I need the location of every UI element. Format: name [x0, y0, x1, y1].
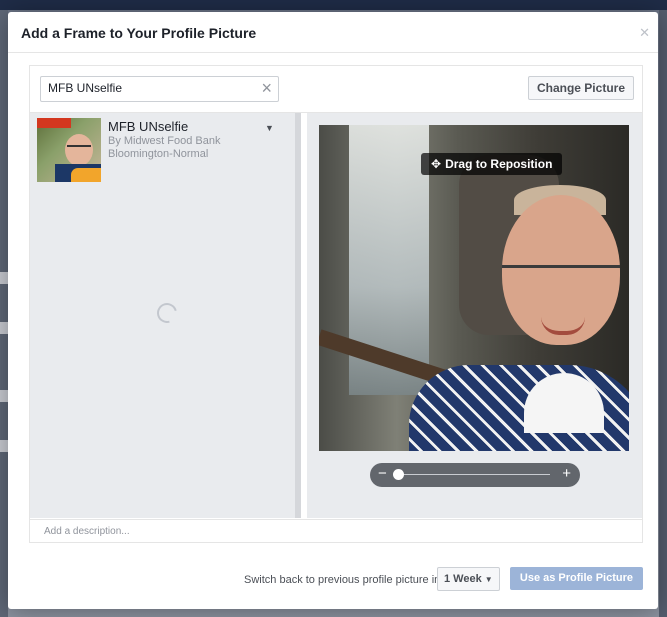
dialog-body: × Change Picture MFB UNselfie By Midwest… [29, 65, 643, 543]
drag-to-reposition-label[interactable]: ✥ Drag to Reposition [421, 153, 563, 175]
switch-back-label: Switch back to previous profile picture … [244, 574, 441, 586]
frame-name: MFB UNselfie [108, 119, 189, 134]
frame-list-pane: MFB UNselfie By Midwest Food Bank Bloomi… [30, 113, 300, 518]
zoom-in-icon[interactable]: + [562, 465, 571, 482]
duration-value: 1 Week [444, 573, 482, 585]
caret-down-icon[interactable]: ▼ [265, 123, 274, 133]
profile-frame-dialog: Add a Frame to Your Profile Picture ✕ × … [8, 12, 658, 609]
frame-thumbnail [37, 118, 101, 182]
frame-search-box: × [40, 76, 279, 102]
description-row: Add a description... [30, 519, 642, 543]
move-icon: ✥ [431, 157, 442, 171]
duration-dropdown[interactable]: 1 Week ▼ [437, 567, 500, 591]
close-icon[interactable]: ✕ [639, 25, 650, 41]
profile-picture-preview[interactable]: ✥ Drag to Reposition [319, 125, 629, 451]
drag-label-text: Drag to Reposition [445, 157, 553, 171]
zoom-slider[interactable]: − + [370, 463, 580, 487]
background-right-edge [659, 10, 667, 617]
dialog-footer: Switch back to previous profile picture … [29, 542, 643, 600]
use-as-profile-picture-button[interactable]: Use as Profile Picture [509, 567, 643, 590]
search-row: × Change Picture [30, 66, 642, 113]
zoom-track[interactable] [393, 469, 550, 480]
background-left-edge [0, 10, 8, 617]
dialog-title: Add a Frame to Your Profile Picture [21, 25, 257, 41]
preview-pane: ✥ Drag to Reposition − + [307, 113, 642, 518]
frame-owner: By Midwest Food Bank Bloomington-Normal [108, 135, 221, 161]
loading-spinner-icon [153, 299, 181, 327]
frame-list-item[interactable]: MFB UNselfie By Midwest Food Bank Bloomi… [37, 118, 287, 184]
dialog-header: Add a Frame to Your Profile Picture ✕ [8, 12, 658, 53]
frame-search-input[interactable] [41, 77, 248, 99]
frame-list-scrollbar[interactable] [295, 113, 301, 518]
clear-icon[interactable]: × [261, 78, 272, 98]
description-input[interactable]: Add a description... [44, 526, 130, 537]
zoom-handle[interactable] [393, 469, 404, 480]
change-picture-button[interactable]: Change Picture [527, 76, 634, 100]
zoom-out-icon[interactable]: − [378, 465, 387, 482]
frame-by: By Midwest Food Bank [108, 135, 221, 147]
caret-down-icon: ▼ [484, 575, 493, 584]
frame-location: Bloomington-Normal [108, 148, 209, 160]
